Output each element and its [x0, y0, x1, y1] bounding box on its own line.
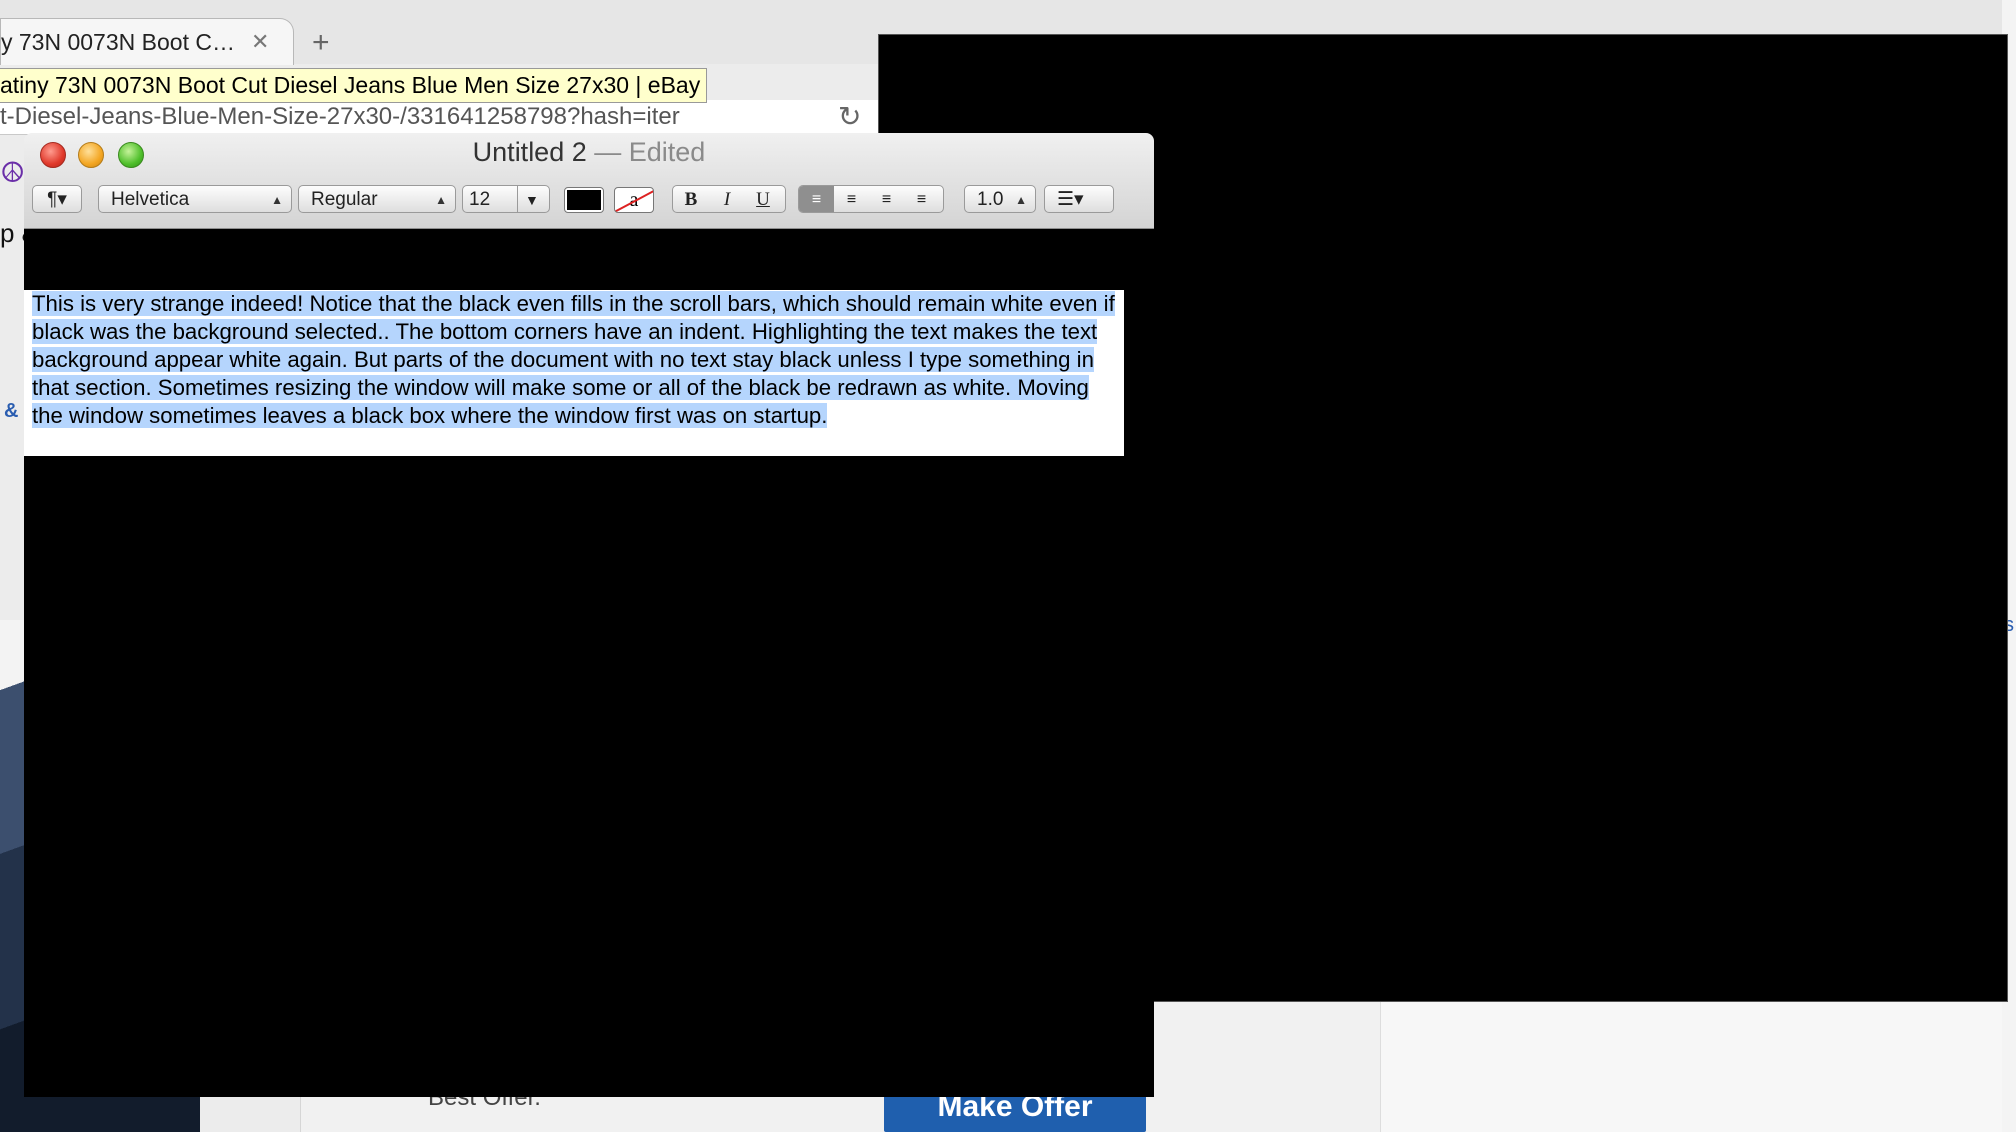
- tab-title: y 73N 0073N Boot C…: [1, 29, 235, 55]
- justify-icon[interactable]: ≡: [904, 186, 939, 212]
- text-color-well[interactable]: [564, 187, 604, 213]
- line-spacing-popup[interactable]: 1.0 ▲: [964, 185, 1036, 213]
- align-right-icon[interactable]: ≡: [869, 186, 904, 212]
- list-bullets-popup[interactable]: ☰▾: [1044, 185, 1114, 213]
- updown-icon: ▲: [1015, 193, 1027, 207]
- url-bar[interactable]: t-Diesel-Jeans-Blue-Men-Size-27x30-/3316…: [0, 100, 880, 135]
- alignment-segment: ≡ ≡ ≡ ≡: [798, 185, 944, 213]
- edited-indicator: — Edited: [594, 137, 706, 167]
- new-tab-button[interactable]: +: [312, 28, 330, 58]
- bold-button[interactable]: B: [673, 186, 709, 214]
- align-center-icon[interactable]: ≡: [834, 186, 869, 212]
- italic-button[interactable]: I: [709, 186, 745, 214]
- text-style-segment: BIU: [672, 185, 786, 213]
- background-color-well[interactable]: a: [614, 187, 654, 213]
- close-tab-icon[interactable]: ✕: [251, 19, 269, 65]
- peace-icon: ☮: [0, 157, 26, 188]
- right-pane: [1380, 990, 2016, 1132]
- textedit-window: Untitled 2 — Edited ¶▾ Helvetica ▲ Regul…: [24, 133, 1154, 1097]
- chevron-down-icon[interactable]: ▼: [525, 186, 539, 214]
- updown-icon: ▲: [435, 193, 447, 207]
- typeface-value: Regular: [311, 189, 378, 210]
- divider: [517, 186, 518, 212]
- align-left-icon[interactable]: ≡: [799, 186, 834, 212]
- partial-link[interactable]: &: [4, 400, 18, 423]
- title-bar[interactable]: Untitled 2 — Edited ¶▾ Helvetica ▲ Regul…: [24, 133, 1154, 229]
- paragraph-styles-button[interactable]: ¶▾: [32, 185, 82, 213]
- document-text[interactable]: This is very strange indeed! Notice that…: [32, 290, 1118, 430]
- line-spacing-value: 1.0: [977, 189, 1004, 210]
- text-color-swatch: [567, 190, 601, 210]
- underline-button[interactable]: U: [745, 186, 781, 214]
- updown-icon: ▲: [271, 193, 283, 207]
- window-title: Untitled 2 — Edited: [24, 137, 1154, 168]
- text-background: This is very strange indeed! Notice that…: [24, 290, 1124, 456]
- document-name: Untitled 2: [472, 137, 587, 167]
- typeface-popup[interactable]: Regular ▲: [298, 185, 456, 213]
- tab-tooltip: atiny 73N 0073N Boot Cut Diesel Jeans Bl…: [0, 68, 708, 103]
- selected-text[interactable]: This is very strange indeed! Notice that…: [32, 291, 1115, 428]
- browser-tab[interactable]: y 73N 0073N Boot C… ✕: [0, 18, 294, 65]
- font-size-combo[interactable]: 12 ▼: [462, 185, 550, 213]
- font-family-value: Helvetica: [111, 189, 190, 210]
- document-area[interactable]: This is very strange indeed! Notice that…: [24, 229, 1154, 1097]
- font-family-popup[interactable]: Helvetica ▲: [98, 185, 292, 213]
- font-size-value[interactable]: 12: [469, 189, 490, 210]
- reload-icon[interactable]: ↻: [838, 102, 868, 132]
